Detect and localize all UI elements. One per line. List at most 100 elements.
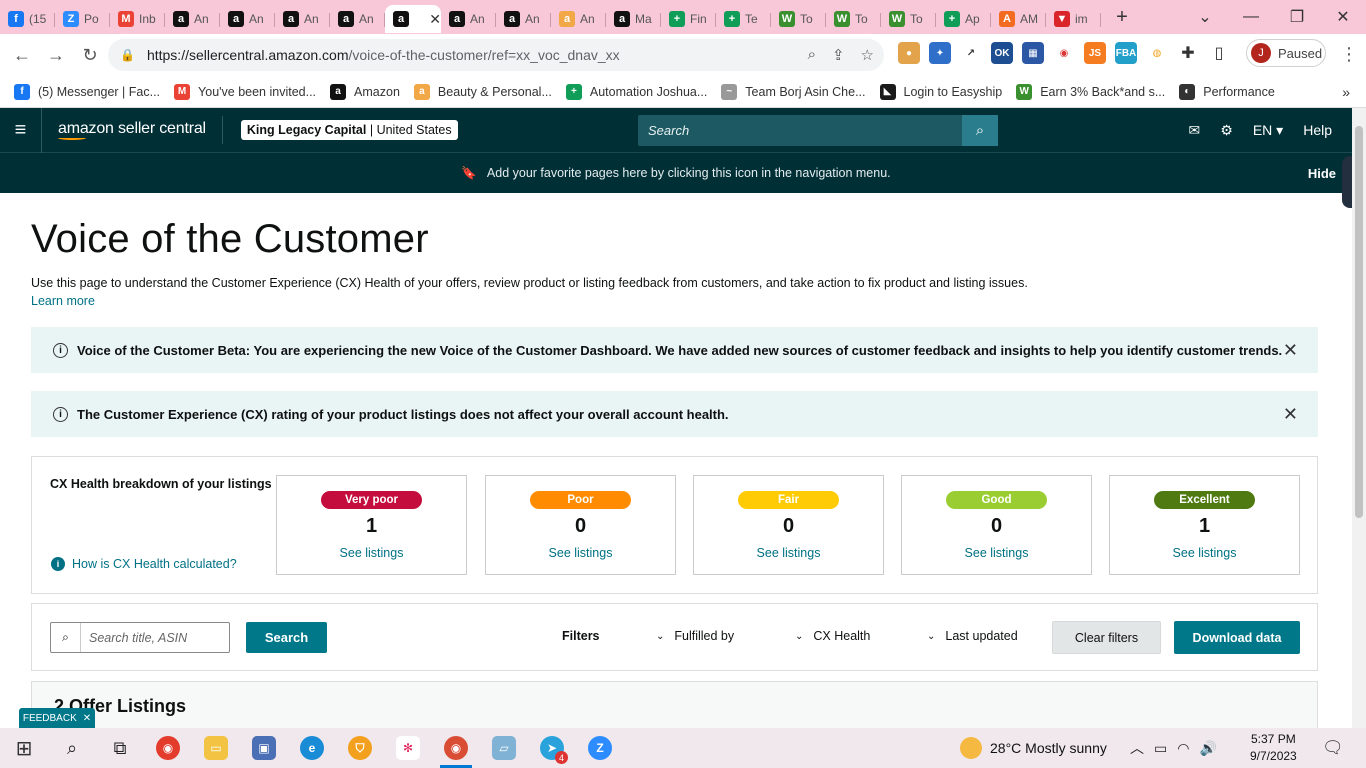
browser-tab[interactable]: f (15 (0, 5, 55, 33)
tab-search-icon[interactable]: ⌄ (1182, 0, 1228, 34)
browser-tab[interactable]: Z Po (55, 5, 110, 33)
extension-js-icon[interactable]: JS (1084, 42, 1106, 64)
forward-button[interactable]: → (40, 39, 72, 71)
extensions-puzzle-icon[interactable]: ✚ (1177, 42, 1199, 64)
see-listings-link[interactable]: See listings (549, 546, 613, 560)
reload-button[interactable]: ↻ (74, 39, 106, 71)
share-icon[interactable]: ⇪ (832, 46, 845, 64)
learn-more-link[interactable]: Learn more (31, 294, 95, 308)
hamburger-menu-icon[interactable]: ≡ (0, 107, 42, 153)
seller-central-logo[interactable]: amazon seller central (58, 120, 206, 140)
settings-gear-icon[interactable]: ⚙ (1220, 122, 1233, 139)
browser-tab[interactable]: W To (771, 5, 826, 33)
chrome-icon[interactable]: ◉ (144, 728, 192, 768)
search-icon[interactable]: ⌕ (48, 728, 96, 768)
maximize-button[interactable]: ❐ (1274, 0, 1320, 34)
fulfilled-by-dropdown[interactable]: ⌄ Fulfilled by (656, 629, 734, 643)
account-switcher[interactable]: King Legacy Capital | United States (240, 120, 458, 140)
browser-tab[interactable]: + Te (716, 5, 771, 33)
back-button[interactable]: ← (6, 39, 38, 71)
browser-tab[interactable]: a An (165, 5, 220, 33)
see-listings-link[interactable]: See listings (757, 546, 821, 560)
bookmark-item[interactable]: + Automation Joshua... (565, 83, 707, 100)
browser-menu-icon[interactable]: ⋮ (1340, 44, 1358, 65)
header-search-button[interactable]: ⌕ (962, 115, 998, 146)
weather-widget[interactable]: 28°C Mostly sunny (960, 728, 1107, 768)
extension-ok-icon[interactable]: OK (991, 42, 1013, 64)
feedback-button[interactable]: FEEDBACK ✕ (19, 708, 95, 728)
close-icon[interactable]: ✕ (1283, 404, 1298, 425)
browser-tab[interactable]: W To (881, 5, 936, 33)
zoom-magnifier-icon[interactable]: ⌕ (808, 46, 816, 64)
browser-tab[interactable]: a Ma (606, 5, 661, 33)
profile-button[interactable]: J Paused (1246, 39, 1326, 67)
search-button[interactable]: Search (246, 622, 327, 653)
app-icon[interactable]: ▣ (240, 728, 288, 768)
language-selector[interactable]: EN ▾ (1253, 122, 1283, 139)
cx-health-dropdown[interactable]: ⌄ CX Health (795, 629, 870, 643)
new-tab-button[interactable]: + (1105, 6, 1139, 29)
bookmark-item[interactable]: ~ Team Borj Asin Che... (721, 83, 866, 100)
extension-icon[interactable]: ▦ (1022, 42, 1044, 64)
extension-icon[interactable]: ↗ (960, 42, 982, 64)
browser-tab[interactable]: a ✕ (385, 5, 441, 33)
browser-tab[interactable]: a An (551, 5, 606, 33)
extension-icon[interactable]: ✦ (929, 42, 951, 64)
address-bar[interactable]: 🔒 https://sellercentral.amazon.com/voice… (108, 39, 884, 71)
header-search-input[interactable]: Search ⌕ (638, 115, 998, 146)
cx-health-how-link[interactable]: i How is CX Health calculated? (51, 557, 237, 571)
task-view-icon[interactable]: ⧉ (96, 728, 144, 768)
listing-search-input[interactable]: ⌕ Search title, ASIN (50, 622, 230, 653)
volume-icon[interactable]: 🔊 (1199, 740, 1216, 757)
bookmark-star-icon[interactable]: ☆ (861, 46, 874, 64)
browser-tab[interactable]: M Inb (110, 5, 165, 33)
browser-tab[interactable]: a An (441, 5, 496, 33)
notifications-icon[interactable]: 🗨 (1322, 738, 1344, 758)
battery-icon[interactable]: ▭ (1154, 740, 1167, 757)
close-icon[interactable]: ✕ (1283, 340, 1298, 361)
help-link[interactable]: Help (1303, 122, 1332, 138)
bookmarks-more-icon[interactable]: » (1342, 84, 1350, 100)
browser-tab[interactable]: W To (826, 5, 881, 33)
telegram-icon[interactable]: ➤ 4 (528, 728, 576, 768)
download-data-button[interactable]: Download data (1174, 621, 1300, 654)
bookmark-item[interactable]: W Earn 3% Back*and s... (1016, 83, 1165, 100)
clear-filters-button[interactable]: Clear filters (1052, 621, 1161, 654)
close-tab-icon[interactable]: ✕ (429, 11, 441, 28)
see-listings-link[interactable]: See listings (1173, 546, 1237, 560)
browser-tab[interactable]: a An (220, 5, 275, 33)
network-icon[interactable]: ◠ (1177, 740, 1189, 757)
slack-icon[interactable]: ✻ (384, 728, 432, 768)
chrome-profile-icon[interactable]: ◉ (432, 728, 480, 768)
close-window-button[interactable]: ✕ (1320, 0, 1366, 34)
notes-app-icon[interactable]: ▱ (480, 728, 528, 768)
extension-fba-icon[interactable]: FBA (1115, 42, 1137, 64)
page-scrollbar[interactable] (1352, 108, 1366, 728)
see-listings-link[interactable]: See listings (965, 546, 1029, 560)
extension-icon[interactable]: ◉ (1053, 42, 1075, 64)
windows-start-icon[interactable]: ⊞ (0, 728, 48, 768)
bookmark-item[interactable]: a Beauty & Personal... (413, 83, 552, 100)
edge-icon[interactable]: e (288, 728, 336, 768)
vpn-shield-icon[interactable]: ⛉ (336, 728, 384, 768)
browser-tab[interactable]: a An (275, 5, 330, 33)
tray-chevron-icon[interactable]: ︿ (1130, 738, 1144, 758)
mail-icon[interactable]: ✉ (1189, 122, 1201, 139)
zoom-app-icon[interactable]: Z (576, 728, 624, 768)
bookmark-item[interactable]: a Amazon (330, 83, 400, 100)
bookmark-item[interactable]: f (5) Messenger | Fac... (14, 83, 160, 100)
taskbar-clock[interactable]: 5:37 PM 9/7/2023 (1250, 731, 1297, 765)
bookmark-item[interactable]: M You've been invited... (174, 83, 316, 100)
browser-tab[interactable]: + Ap (936, 5, 991, 33)
see-listings-link[interactable]: See listings (340, 546, 404, 560)
browser-tab[interactable]: a An (496, 5, 551, 33)
bookmark-item[interactable]: ◣ Login to Easyship (879, 83, 1002, 100)
browser-tab[interactable]: A AM (991, 5, 1046, 33)
side-panel-icon[interactable]: ▯ (1208, 42, 1230, 64)
hide-favorites-button[interactable]: Hide (1308, 166, 1336, 181)
extension-icon[interactable]: ◍ (1146, 42, 1168, 64)
last-updated-dropdown[interactable]: ⌄ Last updated (927, 629, 1018, 643)
minimize-button[interactable]: — (1228, 0, 1274, 34)
bookmark-item[interactable]: ◐ Performance (1179, 83, 1275, 100)
browser-tab[interactable]: + Fin (661, 5, 716, 33)
